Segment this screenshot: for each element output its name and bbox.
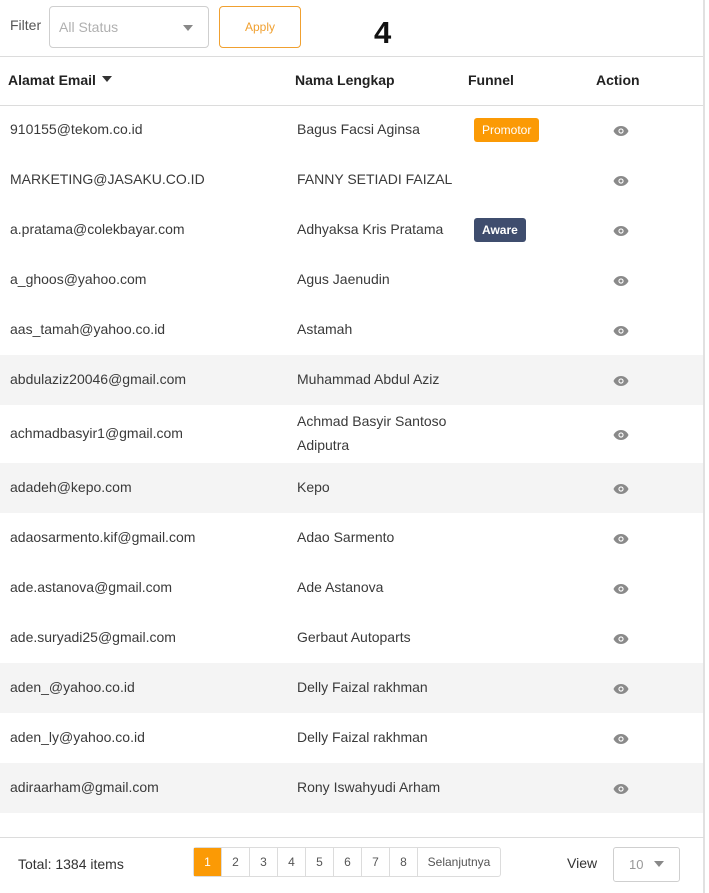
email-cell: adiraarham@gmail.com bbox=[10, 779, 159, 795]
email-cell: MARKETING@JASAKU.CO.ID bbox=[10, 171, 205, 187]
table-row: ade.suryadi25@gmail.com Gerbaut Autoparts bbox=[0, 613, 704, 663]
name-cell: Delly Faizal rakhman bbox=[297, 679, 428, 695]
total-items: Total: 1384 items bbox=[18, 856, 124, 872]
page-button-6[interactable]: 6 bbox=[334, 848, 362, 876]
name-cell: Muhammad Abdul Aziz bbox=[297, 371, 440, 387]
table-row: achmadbasyir1@gmail.com Achmad Basyir San… bbox=[0, 405, 704, 463]
name-cell: Kepo bbox=[297, 479, 330, 495]
table-header: Alamat Email Nama Lengkap Funnel Action bbox=[0, 57, 704, 106]
column-header-funnel: Funnel bbox=[468, 72, 514, 88]
page-size-value: 10 bbox=[629, 857, 644, 872]
table-row: abdulaziz20046@gmail.com Muhammad Abdul A… bbox=[0, 355, 704, 405]
eye-icon[interactable] bbox=[613, 324, 629, 336]
funnel-badge: Aware bbox=[474, 218, 526, 242]
eye-icon[interactable] bbox=[613, 482, 629, 494]
email-cell: a_ghoos@yahoo.com bbox=[10, 271, 147, 287]
page-button-7[interactable]: 7 bbox=[362, 848, 390, 876]
chevron-down-icon bbox=[183, 25, 193, 31]
step-number: 4 bbox=[374, 15, 392, 50]
table-row: a.pratama@colekbayar.com Adhyaksa Kris Pr… bbox=[0, 205, 704, 255]
column-header-name: Nama Lengkap bbox=[295, 72, 395, 88]
email-cell: ade.suryadi25@gmail.com bbox=[10, 629, 176, 645]
page-button-1[interactable]: 1 bbox=[194, 848, 222, 876]
eye-icon[interactable] bbox=[613, 682, 629, 694]
email-cell: adaosarmento.kif@gmail.com bbox=[10, 529, 196, 545]
filter-label: Filter bbox=[10, 17, 42, 33]
filter-bar: Filter All Status Apply 4 bbox=[0, 0, 704, 57]
name-cell: Delly Faizal rakhman bbox=[297, 729, 428, 745]
table-row: aden_ly@yahoo.co.id Delly Faizal rakhman bbox=[0, 713, 704, 763]
name-cell: Bagus Facsi Aginsa bbox=[297, 121, 420, 137]
eye-icon[interactable] bbox=[613, 174, 629, 186]
name-cell: Rony Iswahyudi Arham bbox=[297, 779, 441, 795]
column-header-email[interactable]: Alamat Email bbox=[8, 72, 112, 88]
email-cell: 910155@tekom.co.id bbox=[10, 121, 143, 137]
eye-icon[interactable] bbox=[613, 532, 629, 544]
email-cell: adadeh@kepo.com bbox=[10, 479, 132, 495]
name-cell: Achmad Basyir Santoso Adiputra bbox=[297, 413, 447, 453]
status-filter-placeholder: All Status bbox=[59, 19, 119, 35]
name-cell: Astamah bbox=[297, 321, 353, 337]
eye-icon[interactable] bbox=[613, 274, 629, 286]
eye-icon[interactable] bbox=[613, 732, 629, 744]
email-cell: achmadbasyir1@gmail.com bbox=[10, 425, 183, 441]
name-cell: Adao Sarmento bbox=[297, 529, 395, 545]
status-filter-select[interactable]: All Status bbox=[49, 6, 209, 48]
eye-icon[interactable] bbox=[613, 374, 629, 386]
panel-divider bbox=[703, 0, 705, 893]
eye-icon[interactable] bbox=[613, 632, 629, 644]
name-cell: Gerbaut Autoparts bbox=[297, 629, 411, 645]
table-footer: Total: 1384 items 1 2 3 4 5 6 7 8 Selanjutnya Vi… bbox=[0, 837, 704, 893]
chevron-down-icon bbox=[654, 861, 664, 867]
name-cell: Agus Jaenudin bbox=[297, 271, 390, 287]
table-row: adiraarham@gmail.com Rony Iswahyudi Arham bbox=[0, 763, 704, 813]
eye-icon[interactable] bbox=[613, 224, 629, 236]
name-cell: Adhyaksa Kris Pratama bbox=[297, 221, 444, 237]
page-button-4[interactable]: 4 bbox=[278, 848, 306, 876]
table-row: ade.astanova@gmail.com Ade Astanova bbox=[0, 563, 704, 613]
page-button-2[interactable]: 2 bbox=[222, 848, 250, 876]
page-size-select[interactable]: 10 bbox=[613, 847, 680, 882]
page-button-5[interactable]: 5 bbox=[306, 848, 334, 876]
table-row: 910155@tekom.co.id Bagus Facsi Aginsa Prom… bbox=[0, 105, 704, 155]
email-cell: abdulaziz20046@gmail.com bbox=[10, 371, 187, 387]
table-row: aas_tamah@yahoo.co.id Astamah bbox=[0, 305, 704, 355]
funnel-badge: Promotor bbox=[474, 118, 540, 142]
table-row: a_ghoos@yahoo.com Agus Jaenudin bbox=[0, 255, 704, 305]
table-row: adadeh@kepo.com Kepo bbox=[0, 463, 704, 513]
email-cell: aden_ly@yahoo.co.id bbox=[10, 729, 145, 745]
name-cell: FANNY SETIADI FAIZAL bbox=[297, 171, 453, 187]
column-header-action: Action bbox=[596, 72, 640, 88]
eye-icon[interactable] bbox=[613, 582, 629, 594]
apply-button[interactable]: Apply bbox=[219, 6, 301, 48]
view-label: View bbox=[567, 855, 598, 871]
eye-icon[interactable] bbox=[613, 124, 629, 136]
name-cell: Ade Astanova bbox=[297, 579, 384, 595]
pagination: 1 2 3 4 5 6 7 8 Selanjutnya bbox=[193, 847, 501, 877]
page-button-8[interactable]: 8 bbox=[390, 848, 418, 876]
email-cell: ade.astanova@gmail.com bbox=[10, 579, 173, 595]
sort-desc-icon[interactable] bbox=[101, 76, 112, 82]
table-row: adaosarmento.kif@gmail.com Adao Sarmento bbox=[0, 513, 704, 563]
table-row: MARKETING@JASAKU.CO.ID FANNY SETIADI FAIZ… bbox=[0, 155, 704, 205]
page-button-3[interactable]: 3 bbox=[250, 848, 278, 876]
email-cell: aden_@yahoo.co.id bbox=[10, 679, 135, 695]
email-cell: aas_tamah@yahoo.co.id bbox=[10, 321, 166, 337]
next-page-button[interactable]: Selanjutnya bbox=[418, 848, 500, 876]
contacts-table-body: 910155@tekom.co.id Bagus Facsi Aginsa Prom… bbox=[0, 105, 704, 813]
eye-icon[interactable] bbox=[613, 428, 629, 440]
table-row: aden_@yahoo.co.id Delly Faizal rakhman bbox=[0, 663, 704, 713]
eye-icon[interactable] bbox=[613, 782, 629, 794]
email-cell: a.pratama@colekbayar.com bbox=[10, 221, 185, 237]
